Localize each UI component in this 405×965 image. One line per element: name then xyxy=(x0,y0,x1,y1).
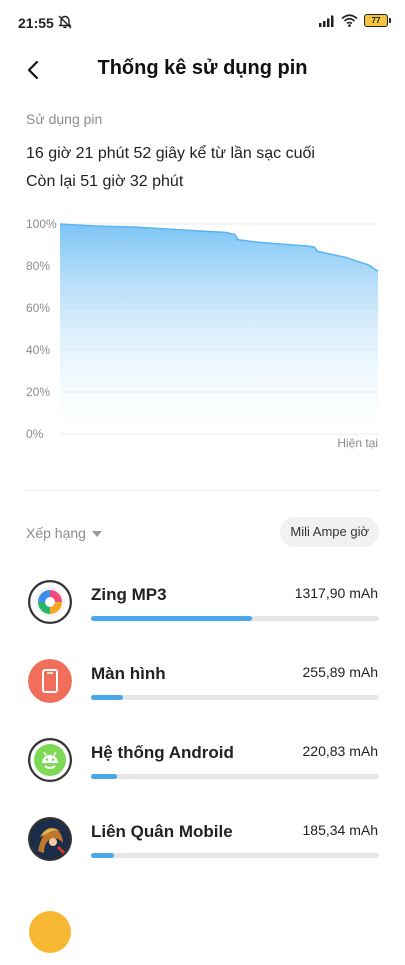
y-tick-label: 40% xyxy=(26,343,50,357)
divider xyxy=(26,490,379,491)
app-icon-partial xyxy=(28,910,72,954)
status-time: 21:55 xyxy=(18,15,54,31)
screen-icon xyxy=(28,659,72,703)
app-name: Hệ thống Android xyxy=(91,743,234,762)
y-tick-label: 60% xyxy=(26,301,50,315)
status-icons: 77 xyxy=(319,14,391,27)
alarm-off-icon xyxy=(58,15,72,29)
status-bar: 21:55 77 xyxy=(0,0,405,46)
battery-icon: 77 xyxy=(364,14,391,27)
wifi-icon xyxy=(341,14,358,27)
y-tick-label: 0% xyxy=(26,427,44,441)
unit-button[interactable]: Mili Ampe giờ xyxy=(280,517,379,547)
signal-icon xyxy=(319,15,334,27)
usage-bar xyxy=(91,616,379,621)
battery-chart-svg: 100% 80% 60% 40% 20% 0% xyxy=(26,217,379,441)
sort-dropdown[interactable]: Xếp hạng xyxy=(26,525,102,541)
battery-area xyxy=(60,224,378,434)
header: Thống kê sử dụng pin xyxy=(0,46,405,94)
usage-bar-fill xyxy=(91,695,123,700)
y-tick-label: 80% xyxy=(26,259,50,273)
app-row-partial[interactable] xyxy=(0,886,405,965)
since-last-charge: 16 giờ 21 phút 52 giây kể từ lần sạc cuố… xyxy=(26,145,315,162)
app-name: Zing MP3 xyxy=(91,585,167,604)
lien-quan-icon xyxy=(28,817,72,861)
app-name: Màn hình xyxy=(91,664,166,683)
app-usage: 185,34 mAh xyxy=(302,822,379,838)
usage-bar-fill xyxy=(91,774,117,779)
y-tick-label: 100% xyxy=(26,217,57,231)
zing-mp3-icon xyxy=(28,580,72,624)
app-row-screen[interactable]: Màn hình 255,89 mAh xyxy=(0,649,405,728)
app-row-android[interactable]: Hệ thống Android 220,83 mAh xyxy=(0,728,405,807)
battery-chart: 100% 80% 60% 40% 20% 0% Hiện tại xyxy=(0,210,405,460)
app-usage: 1317,90 mAh xyxy=(294,585,378,601)
app-name: Liên Quân Mobile xyxy=(91,822,233,841)
section-label: Sử dụng pin xyxy=(26,111,103,127)
usage-bar xyxy=(91,774,379,779)
remaining-time: Còn lại 51 giờ 32 phút xyxy=(26,173,184,190)
usage-bar xyxy=(91,695,379,700)
app-list: Zing MP3 1317,90 mAh Màn hình 255,89 mAh xyxy=(0,570,405,965)
x-axis-label: Hiện tại xyxy=(337,436,378,450)
page-title: Thống kê sử dụng pin xyxy=(97,57,308,79)
battery-level: 77 xyxy=(364,14,388,27)
android-icon xyxy=(28,738,72,782)
app-usage: 255,89 mAh xyxy=(302,664,379,680)
usage-bar-fill xyxy=(91,853,115,858)
app-usage: 220,83 mAh xyxy=(302,743,379,759)
app-row-lien-quan[interactable]: Liên Quân Mobile 185,34 mAh xyxy=(0,807,405,886)
usage-bar xyxy=(91,853,379,858)
caret-down-icon xyxy=(91,531,102,537)
usage-bar-fill xyxy=(91,616,253,621)
app-row-zing-mp3[interactable]: Zing MP3 1317,90 mAh xyxy=(0,570,405,649)
y-tick-label: 20% xyxy=(26,385,50,399)
sort-label: Xếp hạng xyxy=(26,525,86,541)
